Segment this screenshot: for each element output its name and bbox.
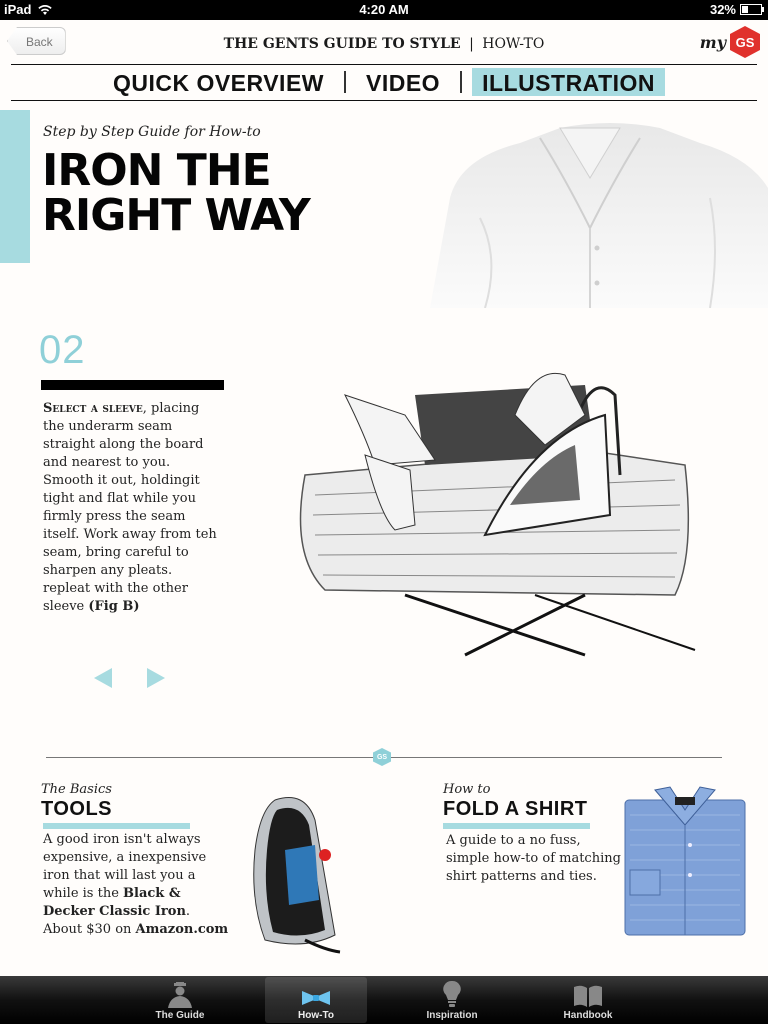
accent-bar	[0, 110, 30, 263]
book-icon	[574, 985, 602, 1007]
previous-step-arrow-icon[interactable]	[92, 666, 116, 690]
tools-title[interactable]: TOOLS	[41, 798, 112, 821]
my-gs-button[interactable]: my GS	[700, 26, 760, 58]
hero-title: IRON THE RIGHT WAY	[42, 148, 372, 238]
tabs-rule	[11, 100, 757, 101]
lightbulb-icon	[443, 980, 461, 1007]
app-title: THE GENTS GUIDE TO STYLE	[223, 36, 461, 52]
header-rule	[11, 64, 757, 65]
section-title: HOW-TO	[482, 36, 545, 52]
page-title: THE GENTS GUIDE TO STYLE | HOW-TO	[0, 36, 768, 52]
tab-how-to[interactable]: How-To	[265, 977, 367, 1023]
tools-underline	[43, 823, 190, 829]
my-label: my	[699, 32, 726, 52]
gs-divider-badge: GS	[373, 748, 391, 766]
tab-label: Inspiration	[426, 1010, 478, 1021]
battery-percent: 32%	[709, 2, 736, 17]
iron-product-image[interactable]	[245, 790, 345, 955]
tab-separator	[460, 71, 463, 93]
content-tabs: QUICK OVERVIEW VIDEO ILLUSTRATION	[0, 68, 768, 96]
status-bar: iPad 4:20 AM 32%	[0, 0, 768, 20]
fold-kicker: How to	[443, 782, 491, 797]
bowtie-icon	[302, 991, 330, 1005]
tab-handbook[interactable]: Handbook	[537, 977, 639, 1023]
gentleman-icon	[168, 982, 192, 1008]
step-number: 02	[39, 328, 86, 372]
folded-shirt-image[interactable]	[620, 785, 750, 940]
tools-description: A good iron isn't always expensive, a in…	[43, 831, 233, 939]
bottom-tab-bar: The Guide How-To Inspiration Handbook	[0, 976, 768, 1024]
hero-title-line: RIGHT WAY	[42, 190, 311, 241]
status-time: 4:20 AM	[359, 2, 409, 17]
step-bar	[41, 380, 224, 390]
figure-reference: (Fig B)	[88, 599, 140, 614]
hero-kicker: Step by Step Guide for How-to	[43, 124, 261, 140]
tab-label: How-To	[298, 1010, 334, 1021]
hero-title-line: IRON THE	[42, 145, 272, 196]
tab-label: The Guide	[155, 1010, 205, 1021]
tab-inspiration[interactable]: Inspiration	[401, 977, 503, 1023]
tab-quick-overview[interactable]: QUICK OVERVIEW	[103, 68, 334, 96]
step-lead: Select a sleeve	[43, 401, 143, 416]
shirt-illustration	[430, 123, 768, 308]
tab-separator	[344, 71, 346, 93]
battery-icon	[740, 4, 764, 15]
tab-label: Handbook	[563, 1010, 613, 1021]
step-instructions: Select a sleeve, placing the underarm se…	[43, 400, 223, 616]
fold-title[interactable]: FOLD A SHIRT	[443, 798, 588, 821]
fold-description: A guide to a no fuss, simple how-to of m…	[446, 833, 621, 884]
ironing-illustration	[299, 373, 696, 657]
tools-kicker: The Basics	[41, 782, 112, 797]
tab-the-guide[interactable]: The Guide	[129, 977, 231, 1023]
fold-underline	[443, 823, 590, 829]
tab-video[interactable]: VIDEO	[356, 68, 450, 96]
next-step-arrow-icon[interactable]	[143, 666, 167, 690]
store-name: Amazon.com	[135, 922, 229, 937]
tab-illustration[interactable]: ILLUSTRATION	[472, 68, 666, 96]
title-separator: |	[469, 36, 474, 52]
gs-logo: GS	[730, 26, 760, 58]
step-body: , placing the underarm seam straight alo…	[43, 401, 217, 614]
